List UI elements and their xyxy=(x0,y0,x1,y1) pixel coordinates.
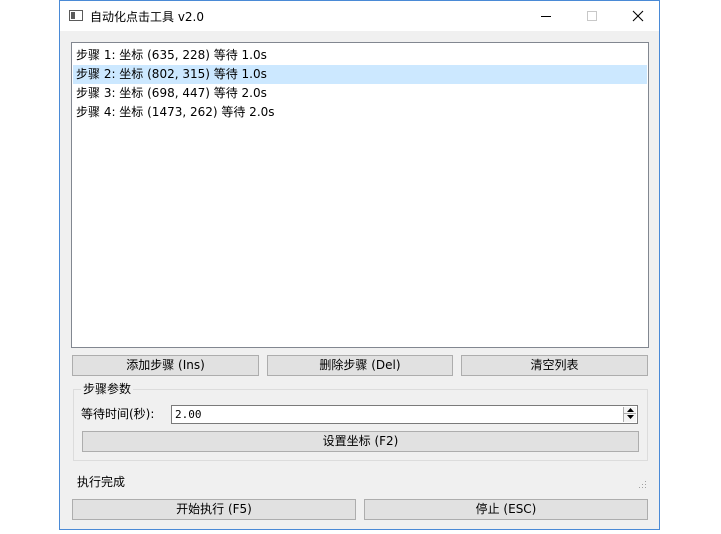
status-label: 执行完成 xyxy=(77,475,126,489)
close-button[interactable] xyxy=(615,1,661,31)
step-list[interactable]: 步骤 1: 坐标 (635, 228) 等待 1.0s 步骤 2: 坐标 (80… xyxy=(71,42,649,348)
maximize-icon xyxy=(587,11,597,21)
start-execution-button[interactable]: 开始执行 (F5) xyxy=(72,499,356,520)
arrow-up-icon xyxy=(627,408,634,412)
step-params-title: 步骤参数 xyxy=(81,382,134,396)
spin-up-button[interactable] xyxy=(624,407,636,414)
close-icon xyxy=(632,10,644,22)
clear-list-button[interactable]: 清空列表 xyxy=(461,355,648,376)
step-list-item-selected[interactable]: 步骤 2: 坐标 (802, 315) 等待 1.0s xyxy=(73,65,647,84)
arrow-down-icon xyxy=(627,415,634,419)
app-window: 自动化点击工具 v2.0 步骤 1: 坐标 (635, 228) 等待 1.0s… xyxy=(59,0,660,530)
step-list-item[interactable]: 步骤 4: 坐标 (1473, 262) 等待 2.0s xyxy=(73,103,647,122)
set-coordinate-button[interactable]: 设置坐标 (F2) xyxy=(82,431,639,452)
spin-buttons xyxy=(623,407,636,422)
delete-step-button[interactable]: 删除步骤 (Del) xyxy=(267,355,453,376)
minimize-icon xyxy=(541,16,551,17)
window-title: 自动化点击工具 v2.0 xyxy=(90,10,205,24)
wait-time-spinbox[interactable]: 2.00 xyxy=(171,405,638,424)
spin-down-button[interactable] xyxy=(624,414,636,421)
app-icon xyxy=(69,10,83,21)
step-list-item[interactable]: 步骤 1: 坐标 (635, 228) 等待 1.0s xyxy=(73,46,647,65)
title-bar[interactable]: 自动化点击工具 v2.0 xyxy=(60,1,659,31)
maximize-button[interactable] xyxy=(569,1,615,31)
stop-button[interactable]: 停止 (ESC) xyxy=(364,499,648,520)
step-list-item[interactable]: 步骤 3: 坐标 (698, 447) 等待 2.0s xyxy=(73,84,647,103)
wait-time-value: 2.00 xyxy=(175,408,202,421)
size-grip-icon[interactable] xyxy=(638,480,647,489)
add-step-button[interactable]: 添加步骤 (Ins) xyxy=(72,355,259,376)
minimize-button[interactable] xyxy=(523,1,569,31)
wait-time-label: 等待时间(秒): xyxy=(81,407,155,421)
